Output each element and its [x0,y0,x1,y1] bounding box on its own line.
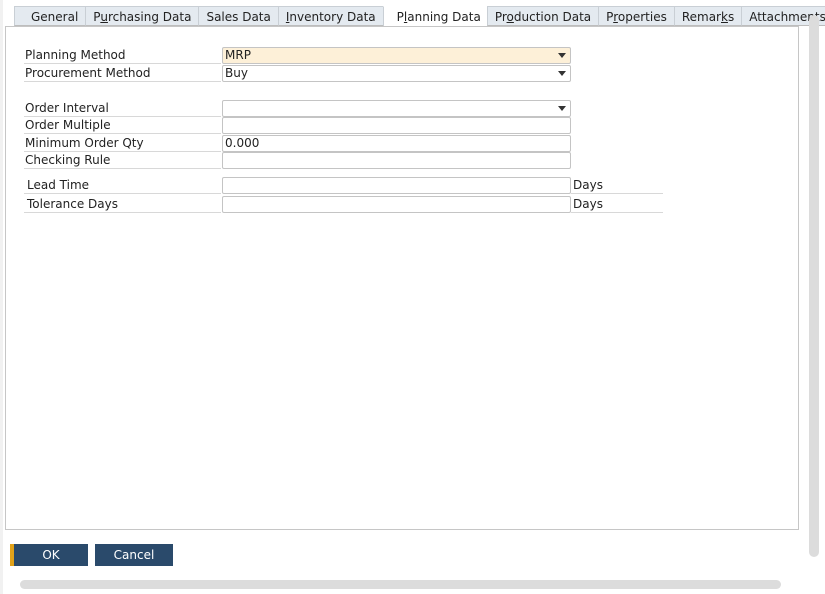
tab-mnemonic: k [721,10,728,24]
planning-method-value: MRP [225,48,251,62]
tolerance-days-unit: Days [571,196,663,213]
cancel-button[interactable]: Cancel [95,544,173,566]
tab-properties[interactable]: Properties [598,6,675,26]
tab-remarks[interactable]: Remarks [673,6,743,26]
dropdown-arrow-icon[interactable] [558,71,566,76]
lead-time-row: Lead Time Days [24,177,663,195]
tab-label: General [31,10,79,24]
planning-method-row: Planning Method MRP [24,47,663,65]
order-multiple-row: Order Multiple [24,117,663,135]
planning-method-label: Planning Method [24,47,221,64]
lead-time-unit: Days [571,177,663,194]
tab-production-data[interactable]: Production Data [486,6,600,26]
minimum-order-qty-row: Minimum Order Qty 0.000 [24,135,663,153]
checking-rule-row: Checking Rule [24,152,663,170]
tab-label-part: operties [617,10,667,24]
order-interval-label: Order Interval [24,100,221,117]
tab-bar: General Purchasing Data Sales Data Inven… [14,6,825,27]
tab-mnemonic: u [100,10,108,24]
tab-label-part: Pr [494,10,507,24]
horizontal-scrollbar[interactable] [20,580,781,589]
tolerance-days-label: Tolerance Days [24,196,221,213]
tab-label-part: nventory Data [289,10,376,24]
tab-label-part: s [727,10,735,24]
procurement-method-label: Procurement Method [24,65,221,82]
tab-mnemonic: o [506,10,514,24]
tab-label-part: Remar [681,10,721,24]
procurement-method-dropdown[interactable]: Buy [222,65,571,82]
dropdown-arrow-icon[interactable] [558,106,566,111]
minimum-order-qty-label: Minimum Order Qty [24,135,221,152]
tolerance-days-row: Tolerance Days Days [24,196,663,214]
tolerance-days-input[interactable] [222,196,571,213]
minimum-order-qty-input[interactable]: 0.000 [222,135,571,152]
planning-method-dropdown[interactable]: MRP [222,47,571,64]
tab-label-part: P [396,10,404,24]
tab-sales-data[interactable]: Sales Data [198,6,279,26]
order-interval-dropdown[interactable] [222,100,571,117]
tab-label-part: anning Data [407,10,481,24]
dropdown-arrow-icon[interactable] [558,53,566,58]
tab-purchasing-data[interactable]: Purchasing Data [85,6,200,26]
checking-rule-input[interactable] [222,152,571,169]
checking-rule-label: Checking Rule [24,152,221,169]
tab-inventory-data[interactable]: Inventory Data [277,6,384,26]
order-multiple-label: Order Multiple [24,117,221,134]
order-multiple-input[interactable] [222,117,571,134]
ok-button[interactable]: OK [10,544,88,566]
tab-planning-data[interactable]: Planning Data [382,6,488,27]
order-interval-row: Order Interval [24,100,663,118]
procurement-method-row: Procurement Method Buy [24,65,663,83]
lead-time-label: Lead Time [24,177,221,194]
tab-label-part: rchasing Data [107,10,192,24]
lead-time-input[interactable] [222,177,571,194]
tab-label-part: duction Data [513,10,592,24]
window-left-edge [0,0,3,594]
vertical-scrollbar[interactable] [809,15,819,557]
tab-general[interactable]: General [14,6,87,26]
procurement-method-value: Buy [225,66,248,80]
tab-label: Sales Data [206,10,271,24]
